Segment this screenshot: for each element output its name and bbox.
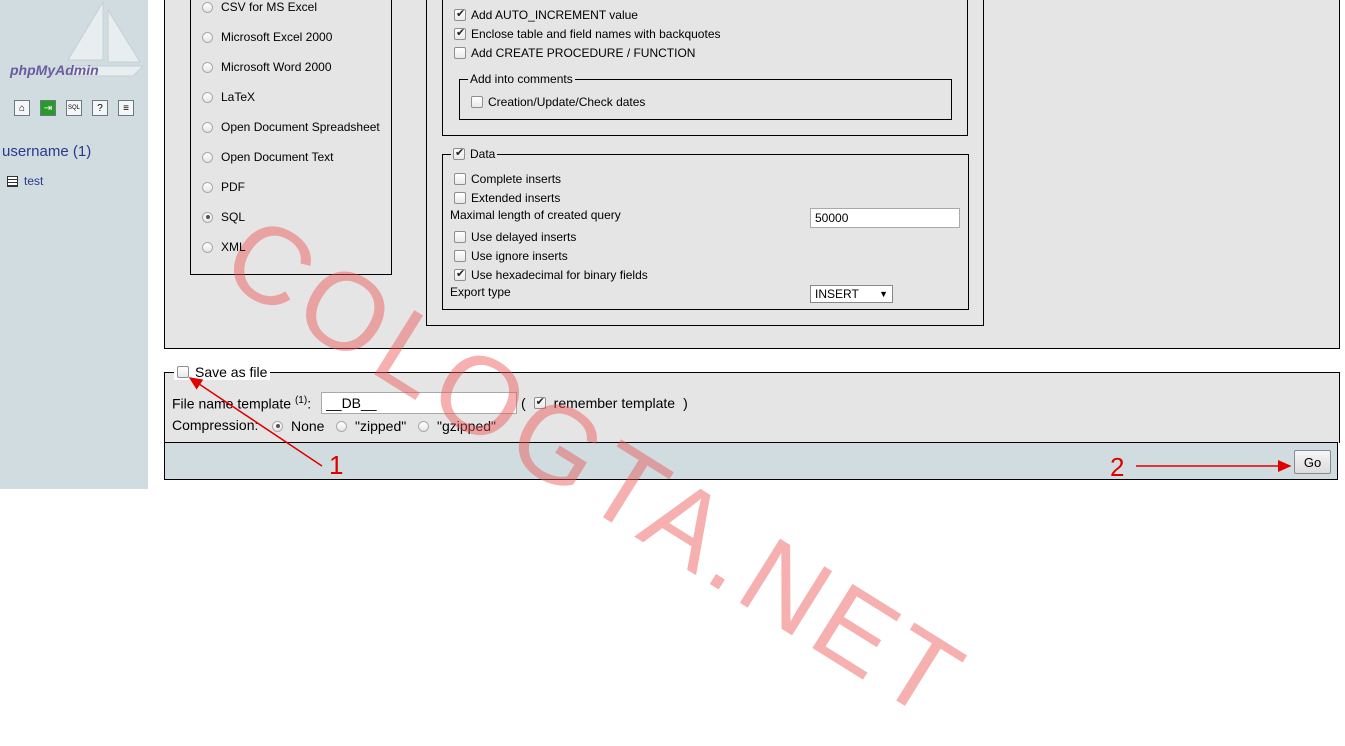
delayed-inserts-checkbox[interactable]	[454, 231, 466, 243]
compression-label: Compression:	[172, 417, 259, 433]
export-format-label: PDF	[221, 180, 245, 194]
remember-template-option[interactable]: ( remember template )	[521, 395, 688, 411]
help-icon[interactable]: ?	[92, 100, 108, 116]
extended-inserts-checkbox[interactable]	[454, 192, 466, 204]
go-button[interactable]: Go	[1294, 450, 1331, 474]
export-format-label: SQL	[221, 210, 246, 224]
export-format-item[interactable]: Microsoft Excel 2000	[202, 30, 332, 44]
compression-zipped-radio[interactable]	[336, 420, 347, 432]
dates-option[interactable]: Creation/Update/Check dates	[471, 95, 645, 109]
annotation-1: 1	[329, 450, 344, 480]
export-format-item[interactable]: XML	[202, 240, 246, 254]
max-query-input[interactable]	[810, 208, 960, 228]
max-query-label: Maximal length of created query	[450, 208, 621, 222]
backquotes-checkbox[interactable]	[454, 26, 466, 40]
ignore-inserts-checkbox[interactable]	[454, 250, 466, 262]
export-format-radio[interactable]	[202, 1, 213, 13]
export-format-label: Open Document Text	[221, 150, 334, 164]
export-format-item[interactable]: Open Document Spreadsheet	[202, 120, 380, 134]
dropdown-arrow-icon: ▼	[879, 289, 888, 299]
export-format-radio[interactable]	[202, 31, 213, 43]
compression-gzipped[interactable]: "gzipped"	[418, 418, 496, 434]
complete-inserts-checkbox[interactable]	[454, 173, 466, 185]
template-input[interactable]	[321, 392, 517, 414]
remember-template-checkbox[interactable]	[533, 395, 546, 409]
docs-icon[interactable]: ≡	[118, 100, 134, 116]
compression-none-radio[interactable]	[272, 420, 283, 432]
export-format-label: XML	[221, 240, 246, 254]
table-icon	[7, 175, 18, 187]
export-format-label: Microsoft Word 2000	[221, 60, 332, 74]
export-format-radio[interactable]	[202, 61, 213, 73]
dates-checkbox[interactable]	[471, 96, 483, 108]
auto-increment-option[interactable]: Add AUTO_INCREMENT value	[454, 7, 638, 22]
create-procedure-checkbox[interactable]	[454, 47, 466, 59]
export-type-select[interactable]: INSERT ▼	[810, 285, 893, 303]
export-format-item[interactable]: LaTeX	[202, 90, 255, 104]
delayed-inserts-option[interactable]: Use delayed inserts	[454, 230, 576, 244]
table-list-item[interactable]: test	[7, 174, 43, 188]
data-checkbox[interactable]	[453, 146, 465, 160]
template-label: File name template (1):	[172, 395, 312, 412]
logo-text: phpMyAdmin	[10, 62, 99, 78]
comments-legend: Add into comments	[470, 72, 573, 86]
database-link[interactable]: username (1)	[2, 143, 91, 160]
export-format-item[interactable]: SQL	[202, 210, 245, 224]
export-format-radio[interactable]	[202, 181, 213, 193]
auto-increment-checkbox[interactable]	[454, 7, 466, 21]
export-format-label: LaTeX	[221, 90, 256, 104]
save-file-legend[interactable]: Save as file	[174, 364, 271, 380]
navigation-sidebar: phpMyAdmin ⌂ ⇥ SQL ? ≡ username (1) test	[0, 0, 148, 489]
export-format-label: Open Document Spreadsheet	[221, 120, 380, 134]
data-legend[interactable]: Data	[451, 146, 497, 161]
export-format-radio[interactable]	[202, 151, 213, 163]
annotation-2: 2	[1110, 452, 1125, 482]
sql-icon[interactable]: SQL	[66, 100, 82, 116]
export-format-radio[interactable]	[202, 241, 213, 253]
export-format-label: CSV for MS Excel	[221, 0, 318, 14]
export-format-radio[interactable]	[202, 91, 213, 103]
compression-gzipped-radio[interactable]	[418, 420, 429, 432]
extended-inserts-option[interactable]: Extended inserts	[454, 191, 560, 205]
export-format-label: Microsoft Excel 2000	[221, 30, 333, 44]
hex-binary-option[interactable]: Use hexadecimal for binary fields	[454, 267, 648, 282]
export-format-item[interactable]: Open Document Text	[202, 150, 334, 164]
export-format-item[interactable]: PDF	[202, 180, 245, 194]
hex-binary-checkbox[interactable]	[454, 267, 466, 281]
sidebar-icon-bar: ⌂ ⇥ SQL ? ≡	[14, 100, 134, 116]
table-name: test	[24, 174, 44, 188]
ignore-inserts-option[interactable]: Use ignore inserts	[454, 249, 568, 263]
home-icon[interactable]: ⌂	[14, 100, 30, 116]
create-procedure-option[interactable]: Add CREATE PROCEDURE / FUNCTION	[454, 46, 695, 60]
phpmyadmin-logo[interactable]: phpMyAdmin	[8, 0, 143, 82]
export-type-label: Export type	[450, 285, 511, 299]
compression-zipped[interactable]: "zipped"	[336, 418, 406, 434]
export-format-radio[interactable]	[202, 211, 213, 223]
complete-inserts-option[interactable]: Complete inserts	[454, 172, 561, 186]
backquotes-option[interactable]: Enclose table and field names with backq…	[454, 26, 721, 41]
compression-none[interactable]: None	[272, 418, 324, 434]
save-file-checkbox[interactable]	[177, 366, 189, 378]
export-format-item[interactable]: Microsoft Word 2000	[202, 60, 332, 74]
export-format-item[interactable]: CSV for MS Excel	[202, 0, 317, 14]
export-format-radio[interactable]	[202, 121, 213, 133]
exit-icon[interactable]: ⇥	[40, 100, 56, 116]
